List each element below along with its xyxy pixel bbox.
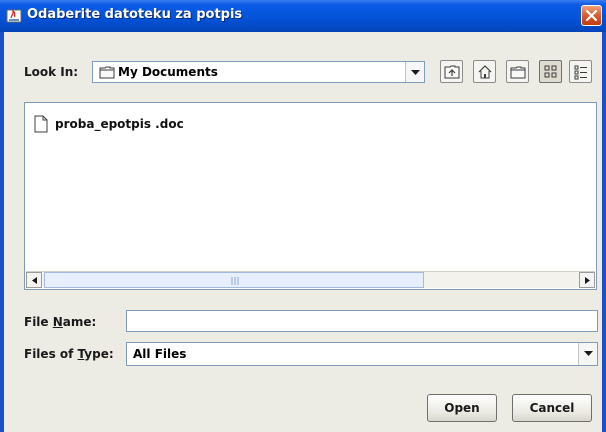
look-in-label: Look In: — [24, 65, 79, 79]
list-view-button[interactable] — [539, 60, 562, 83]
scroll-left-button[interactable] — [26, 272, 42, 288]
file-type-value: All Files — [133, 347, 187, 361]
look-in-dropdown-button[interactable] — [405, 62, 424, 82]
home-icon — [478, 65, 492, 79]
document-icon — [34, 115, 48, 133]
title-bar[interactable]: Odaberite datoteku za potpis — [0, 0, 606, 32]
arrow-right-icon — [585, 277, 590, 284]
cancel-button[interactable]: Cancel — [512, 394, 592, 422]
arrow-left-icon — [32, 277, 37, 284]
list-view-icon — [544, 65, 557, 78]
close-button[interactable] — [581, 5, 602, 26]
file-name-text: proba_epotpis .doc — [55, 117, 184, 131]
open-button[interactable]: Open — [427, 394, 497, 422]
up-one-level-button[interactable] — [440, 60, 463, 83]
file-name-input[interactable] — [126, 310, 598, 332]
folder-icon — [99, 65, 115, 82]
details-view-button[interactable] — [569, 60, 592, 83]
look-in-value: My Documents — [118, 65, 218, 79]
scroll-right-button[interactable] — [579, 272, 595, 288]
file-type-label: Files of Type: — [24, 347, 114, 361]
scroll-thumb[interactable] — [44, 272, 424, 288]
horizontal-scrollbar[interactable] — [26, 271, 595, 288]
window-title: Odaberite datoteku za potpis — [27, 7, 243, 22]
dialog-body: Look In: My Documents proba_epotpis .doc… — [4, 32, 602, 432]
grip-icon — [231, 277, 239, 285]
file-name-label: File Name: — [24, 315, 97, 329]
details-view-icon — [574, 65, 587, 80]
file-type-combo[interactable]: All Files — [126, 342, 598, 366]
home-button[interactable] — [473, 60, 496, 83]
up-one-level-icon — [444, 65, 460, 79]
new-folder-icon — [510, 66, 526, 79]
look-in-combo[interactable]: My Documents — [92, 61, 425, 83]
file-list[interactable]: proba_epotpis .doc — [24, 102, 597, 290]
file-chooser-window: Odaberite datoteku za potpis Look In: My… — [0, 0, 606, 432]
java-app-icon — [6, 8, 22, 24]
new-folder-button[interactable] — [506, 60, 529, 83]
chevron-down-icon — [411, 70, 420, 75]
chevron-down-icon — [584, 351, 593, 356]
close-icon — [585, 9, 598, 22]
file-type-dropdown-button[interactable] — [578, 343, 597, 365]
